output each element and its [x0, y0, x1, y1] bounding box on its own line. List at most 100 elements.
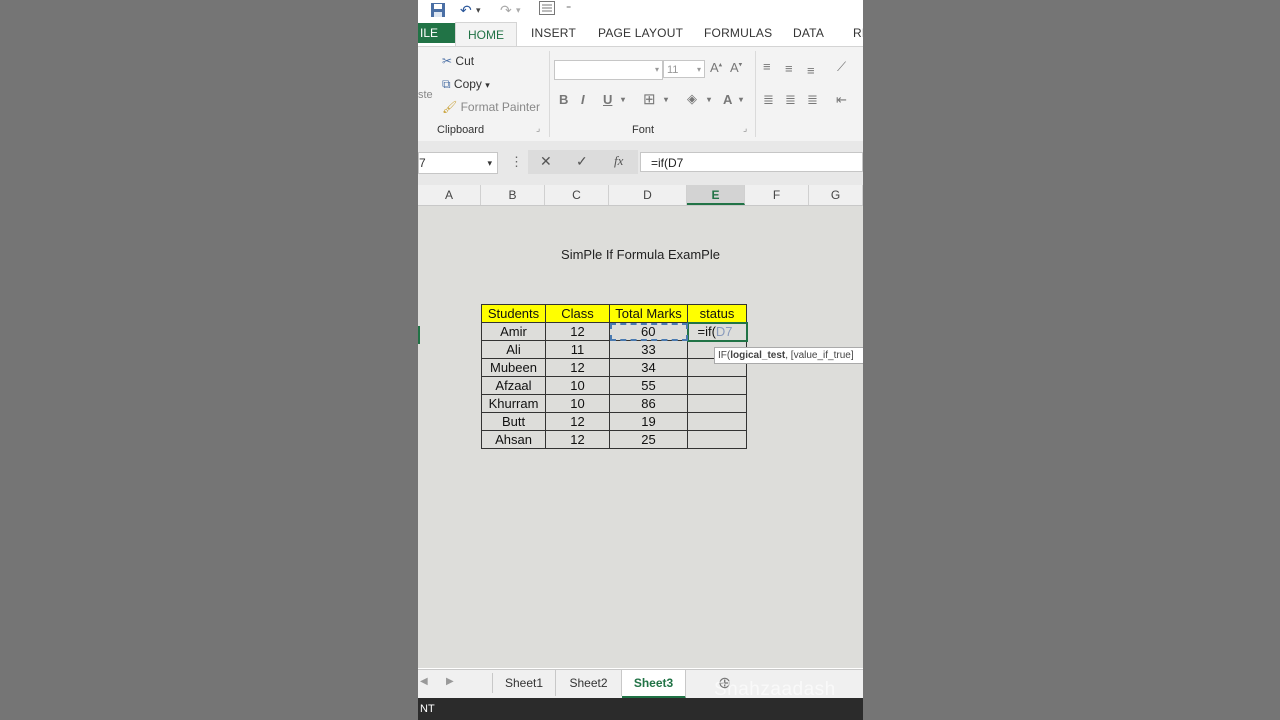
underline-button[interactable]: U	[603, 92, 612, 107]
ribbon-tabs: ILE HOME INSERT PAGE LAYOUT FORMULAS DAT…	[418, 20, 863, 47]
tab-home[interactable]: HOME	[455, 22, 517, 47]
align-top-icon[interactable]: ≡	[763, 59, 771, 74]
header-cell[interactable]: Students	[481, 304, 546, 323]
column-header-d[interactable]: D	[609, 185, 687, 205]
decrease-indent-icon[interactable]: ⇤	[836, 92, 847, 108]
redo-dropdown-icon[interactable]: ▾	[516, 5, 521, 16]
marks-cell[interactable]: 33	[609, 340, 688, 359]
column-header-b[interactable]: B	[481, 185, 545, 205]
cancel-button[interactable]: ✕	[540, 153, 552, 170]
shrink-font-icon[interactable]: A▾	[730, 60, 742, 75]
clipboard-launcher-icon[interactable]: ⌟	[536, 123, 540, 134]
column-header-c[interactable]: C	[545, 185, 609, 205]
save-icon[interactable]	[430, 2, 446, 21]
name-box[interactable]: 7 ▾	[418, 152, 498, 174]
class-cell[interactable]: 12	[545, 430, 610, 449]
customize-qat-icon[interactable]: ⁼	[566, 4, 571, 15]
scroll-right-icon[interactable]: ▶	[446, 676, 454, 687]
insert-function-button[interactable]: fx	[614, 153, 623, 169]
status-cell[interactable]	[687, 394, 747, 413]
student-cell[interactable]: Khurram	[481, 394, 546, 413]
column-header-f[interactable]: F	[745, 185, 809, 205]
header-cell[interactable]: Class	[545, 304, 610, 323]
cut-button[interactable]: ✂ Cut	[442, 54, 474, 68]
marks-cell[interactable]: 86	[609, 394, 688, 413]
formula-bar: 7 ▾ ⋮ ✕ ✓ fx =if(D7	[418, 141, 863, 185]
grow-font-icon[interactable]: A▴	[710, 60, 722, 75]
header-cell[interactable]: status	[687, 304, 747, 323]
font-launcher-icon[interactable]: ⌟	[743, 123, 747, 134]
format-painter-button[interactable]: 🖌 Format Painter	[442, 100, 540, 114]
fill-color-dropdown-icon[interactable]: ▾	[707, 95, 711, 104]
student-cell[interactable]: Amir	[481, 322, 546, 341]
copy-dropdown-icon[interactable]: ▾	[485, 80, 490, 90]
student-cell[interactable]: Butt	[481, 412, 546, 431]
student-cell[interactable]: Afzaal	[481, 376, 546, 395]
font-name-box[interactable]: ▾	[554, 60, 663, 80]
student-cell[interactable]: Ali	[481, 340, 546, 359]
tab-insert[interactable]: INSERT	[531, 26, 576, 40]
tab-formulas[interactable]: FORMULAS	[704, 26, 772, 40]
formula-input[interactable]: =if(D7	[640, 152, 863, 172]
font-size-box[interactable]: 11 ▾	[663, 60, 705, 78]
tab-file[interactable]: ILE	[418, 23, 456, 43]
formula-ref: D7	[715, 324, 733, 339]
undo-dropdown-icon[interactable]: ▾	[476, 5, 481, 16]
borders-dropdown-icon[interactable]: ▾	[664, 95, 668, 104]
italic-button[interactable]: I	[581, 92, 585, 107]
align-right-icon[interactable]: ≣	[807, 92, 818, 108]
student-cell[interactable]: Ahsan	[481, 430, 546, 449]
undo-icon[interactable]: ↶	[460, 2, 472, 19]
more-options-icon[interactable]: ⋮	[510, 154, 523, 170]
status-cell[interactable]	[687, 412, 747, 431]
class-cell[interactable]: 12	[545, 358, 610, 377]
align-bottom-icon[interactable]: ≡	[807, 63, 815, 78]
font-color-dropdown-icon[interactable]: ▾	[739, 95, 743, 104]
redo-icon[interactable]: ↷	[500, 2, 512, 19]
worksheet-grid[interactable]: SimPle If Formula ExamPle Students Class…	[418, 206, 863, 668]
marks-cell[interactable]: 19	[609, 412, 688, 431]
class-cell[interactable]: 10	[545, 394, 610, 413]
paste-button[interactable]: ste	[418, 89, 433, 101]
sheet-title[interactable]: SimPle If Formula ExamPle	[418, 247, 863, 262]
bold-button[interactable]: B	[559, 92, 568, 107]
tooltip-arg-current[interactable]: logical_test	[730, 350, 785, 361]
scroll-left-icon[interactable]: ◀	[420, 676, 428, 687]
status-cell[interactable]	[687, 376, 747, 395]
align-middle-icon[interactable]: ≡	[785, 61, 793, 76]
marks-cell[interactable]: 55	[609, 376, 688, 395]
orientation-icon[interactable]: ⟋	[837, 59, 846, 75]
sheet-tab-sheet1[interactable]: Sheet1	[493, 670, 556, 696]
marks-cell[interactable]: 25	[609, 430, 688, 449]
column-header-g[interactable]: G	[809, 185, 863, 205]
sheet-tab-sheet2[interactable]: Sheet2	[556, 670, 622, 696]
font-color-button[interactable]: A	[723, 92, 732, 107]
align-left-icon[interactable]: ≣	[763, 92, 774, 108]
marks-cell[interactable]: 60	[609, 322, 688, 341]
tab-review[interactable]: RE	[853, 26, 863, 40]
class-cell[interactable]: 12	[545, 412, 610, 431]
student-cell[interactable]: Mubeen	[481, 358, 546, 377]
tab-page-layout[interactable]: PAGE LAYOUT	[598, 26, 683, 40]
class-cell[interactable]: 11	[545, 340, 610, 359]
fill-color-icon[interactable]: ◈	[687, 91, 697, 107]
class-cell[interactable]: 12	[545, 322, 610, 341]
header-cell[interactable]: Total Marks	[609, 304, 688, 323]
align-center-icon[interactable]: ≣	[785, 92, 796, 108]
status-cell[interactable]	[687, 430, 747, 449]
status-cell-editing[interactable]: =if(D7	[686, 321, 748, 342]
form-icon[interactable]	[539, 1, 555, 18]
class-cell[interactable]: 10	[545, 376, 610, 395]
table-row: Butt 12 19	[481, 412, 747, 431]
tab-data[interactable]: DATA	[793, 26, 824, 40]
sheet-tab-sheet3[interactable]: Sheet3	[622, 670, 686, 699]
borders-icon[interactable]: ⊞	[643, 90, 656, 108]
column-header-a[interactable]: A	[418, 185, 481, 205]
function-tooltip[interactable]: IF(logical_test, [value_if_true]	[714, 347, 863, 364]
name-box-value: 7	[419, 156, 426, 170]
copy-button[interactable]: ⧉ Copy ▾	[442, 77, 490, 92]
underline-dropdown-icon[interactable]: ▾	[621, 95, 625, 104]
enter-button[interactable]: ✓	[576, 153, 588, 170]
column-header-e[interactable]: E	[687, 185, 745, 205]
marks-cell[interactable]: 34	[609, 358, 688, 377]
